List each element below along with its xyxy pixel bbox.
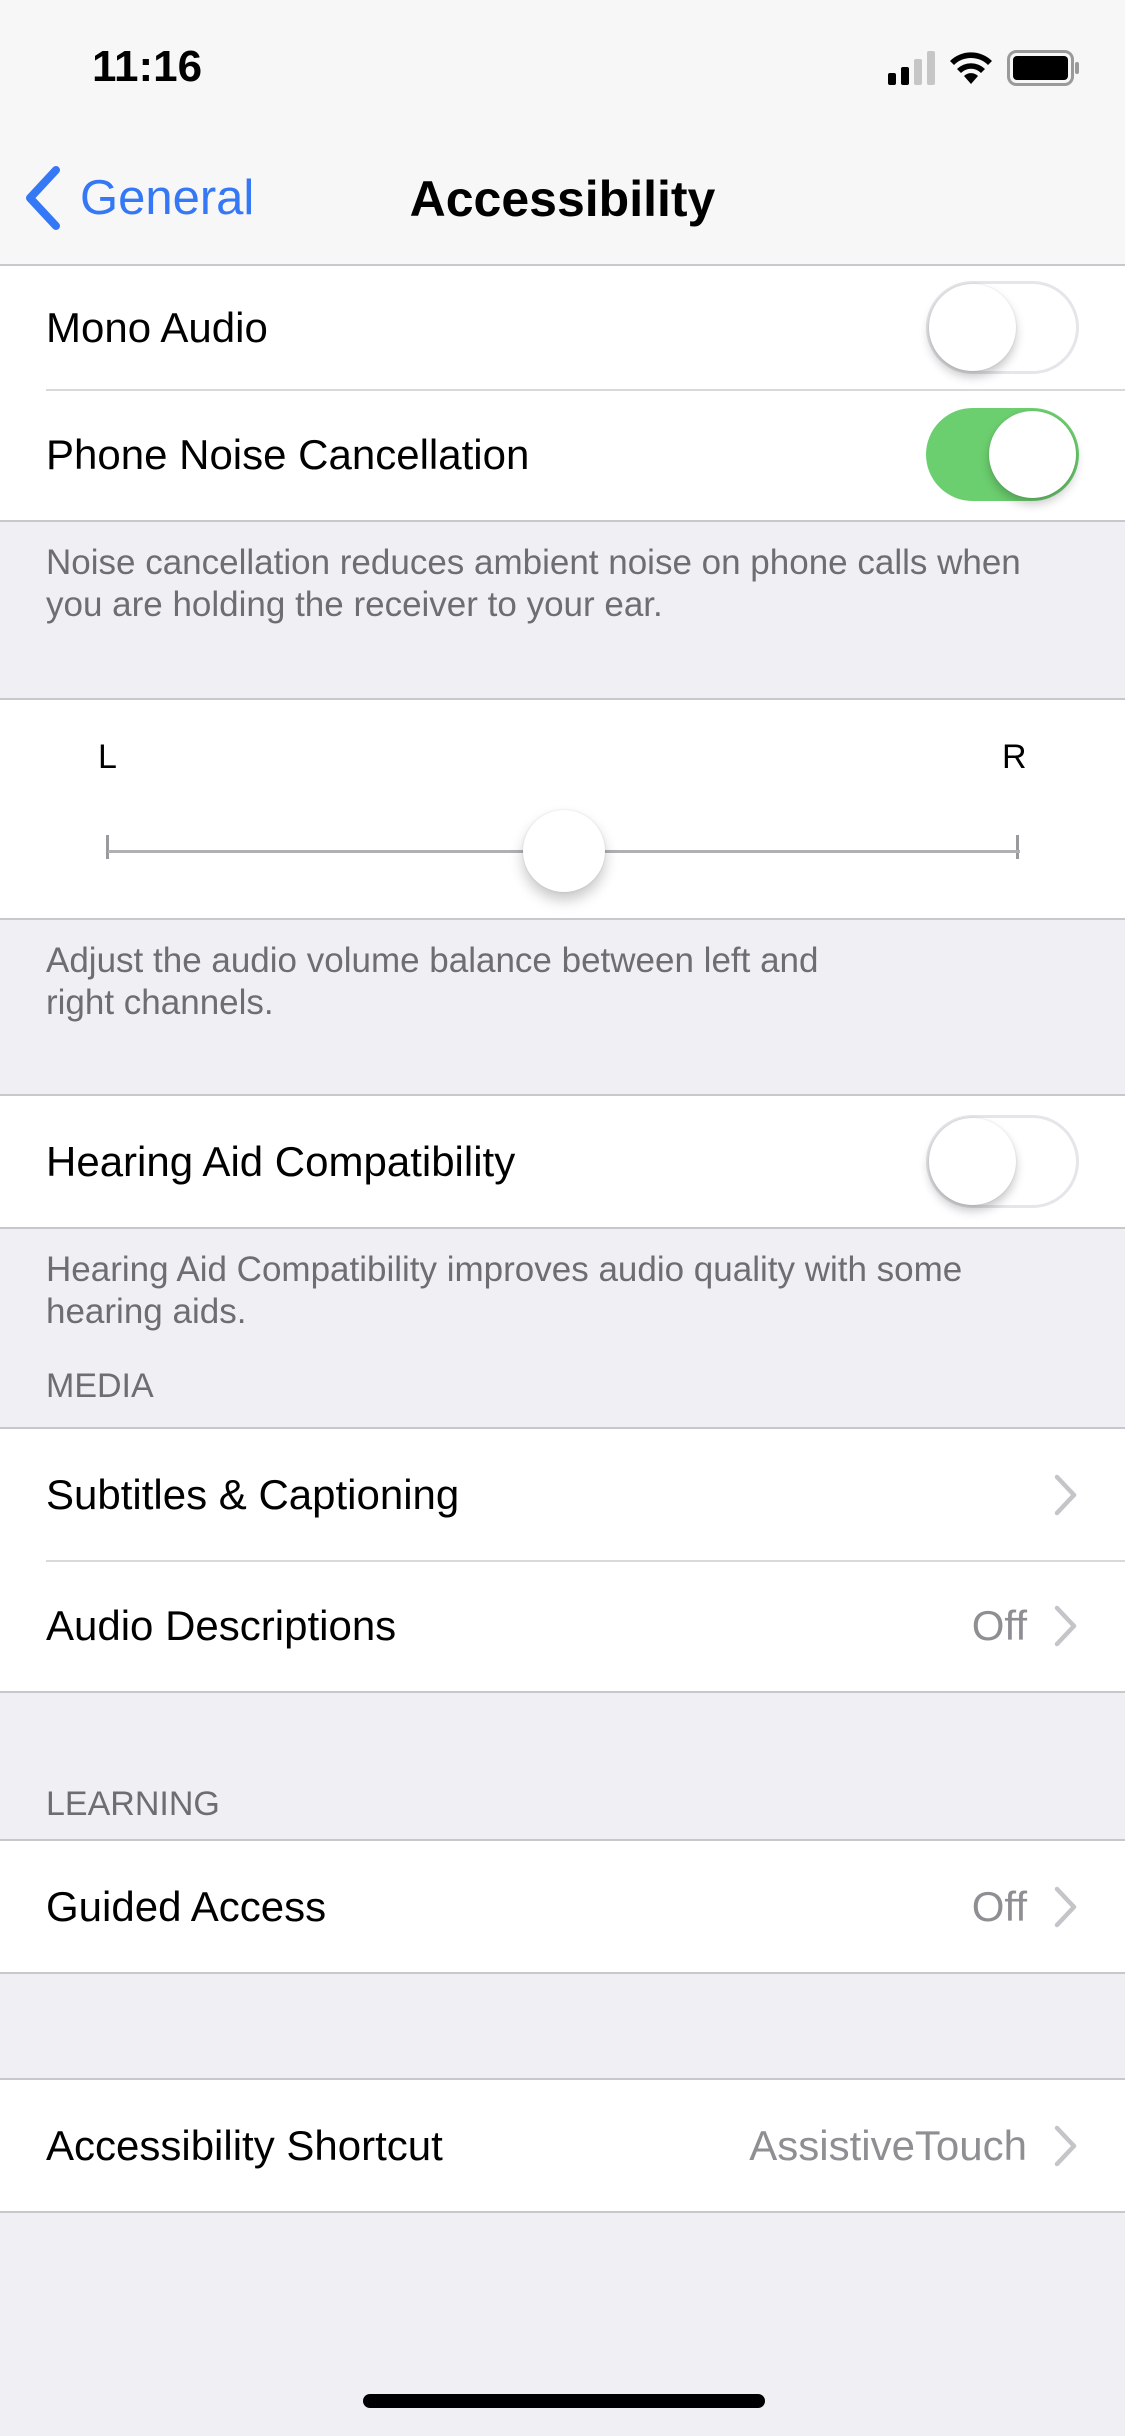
learning-section-header: LEARNING — [46, 1785, 220, 1823]
toggle-knob — [929, 284, 1016, 371]
chevron-right-icon — [1054, 1886, 1077, 1927]
shortcut-group: Accessibility Shortcut AssistiveTouch — [0, 2078, 1125, 2213]
noise-footer-area: Noise cancellation reduces ambient noise… — [0, 522, 1125, 698]
phone-noise-cancellation-row: Phone Noise Cancellation — [0, 389, 1125, 520]
chevron-right-icon — [1054, 2125, 1077, 2166]
home-indicator[interactable] — [363, 2394, 765, 2408]
hearing-aid-row: Hearing Aid Compatibility — [0, 1096, 1125, 1227]
balance-footer-line2: right channels. — [46, 983, 274, 1022]
cellular-signal-icon — [888, 51, 935, 85]
status-bar: 11:16 — [0, 0, 1125, 136]
balance-group: L R — [0, 698, 1125, 920]
media-group: Subtitles & Captioning Audio Description… — [0, 1427, 1125, 1693]
balance-footer-line1: Adjust the audio volume balance between … — [46, 941, 819, 980]
mono-audio-label: Mono Audio — [46, 303, 268, 351]
settings-content: Mono Audio Phone Noise Cancellation Nois… — [0, 266, 1125, 2213]
balance-footer-area: Adjust the audio volume balance between … — [0, 920, 1125, 1094]
chevron-right-icon — [1054, 1474, 1077, 1515]
audio-descriptions-value: Off — [971, 1601, 1027, 1649]
guided-access-value: Off — [971, 1882, 1027, 1930]
accessibility-shortcut-value: AssistiveTouch — [749, 2121, 1027, 2169]
hearing-footer-area: Hearing Aid Compatibility improves audio… — [0, 1229, 1125, 1367]
phone-noise-cancellation-label: Phone Noise Cancellation — [46, 430, 530, 478]
media-section-header: MEDIA — [46, 1367, 154, 1405]
learning-header-area: LEARNING — [0, 1693, 1125, 1839]
mono-audio-row: Mono Audio — [0, 266, 1125, 389]
hearing-aid-toggle[interactable] — [926, 1115, 1079, 1208]
audio-descriptions-label: Audio Descriptions — [46, 1601, 397, 1649]
status-icons — [888, 50, 1081, 86]
status-time: 11:16 — [92, 42, 203, 91]
navigation-bar: General Accessibility — [0, 136, 1125, 266]
balance-left-label: L — [98, 738, 117, 776]
page-title: Accessibility — [409, 171, 716, 227]
phone-noise-cancellation-toggle[interactable] — [926, 408, 1079, 501]
toggle-knob — [989, 411, 1076, 498]
hearing-aid-label: Hearing Aid Compatibility — [46, 1137, 516, 1185]
hearing-aid-footer: Hearing Aid Compatibility improves audio… — [46, 1250, 963, 1331]
balance-slider-thumb[interactable] — [523, 810, 605, 892]
audio-descriptions-row[interactable]: Audio Descriptions Off — [0, 1560, 1125, 1691]
battery-icon — [1007, 50, 1079, 86]
accessibility-shortcut-label: Accessibility Shortcut — [46, 2121, 443, 2169]
media-header-area: MEDIA — [0, 1367, 1125, 1427]
noise-cancellation-footer: Noise cancellation reduces ambient noise… — [46, 543, 1021, 624]
balance-right-label: R — [1002, 738, 1027, 776]
audio-group: Mono Audio Phone Noise Cancellation — [0, 266, 1125, 522]
mono-audio-toggle[interactable] — [926, 281, 1079, 374]
wifi-icon — [950, 52, 992, 84]
guided-access-row[interactable]: Guided Access Off — [0, 1841, 1125, 1972]
hearing-group: Hearing Aid Compatibility — [0, 1094, 1125, 1229]
toggle-knob — [929, 1118, 1016, 1205]
subtitles-captioning-row[interactable]: Subtitles & Captioning — [0, 1429, 1125, 1560]
subtitles-captioning-label: Subtitles & Captioning — [46, 1470, 460, 1518]
guided-access-label: Guided Access — [46, 1882, 327, 1930]
accessibility-shortcut-row[interactable]: Accessibility Shortcut AssistiveTouch — [0, 2080, 1125, 2211]
slider-left-tick — [106, 835, 109, 859]
slider-right-tick — [1016, 835, 1019, 859]
balance-footer: Adjust the audio volume balance between … — [0, 920, 1125, 1024]
chevron-right-icon — [1054, 1605, 1077, 1646]
learning-group: Guided Access Off — [0, 1839, 1125, 1974]
